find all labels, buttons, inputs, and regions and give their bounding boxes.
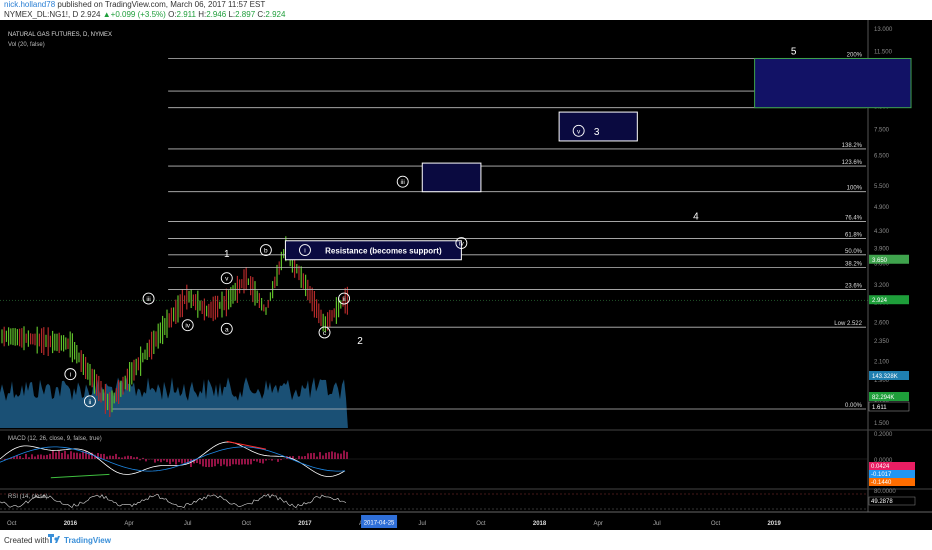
author-link[interactable]: nick.holland78 [4, 0, 55, 9]
x-tick-label: Apr [124, 521, 133, 527]
wave-label: 2 [357, 336, 363, 347]
fib-level-label: 38.2% [845, 261, 863, 267]
x-tick-label: Oct [476, 521, 486, 527]
fib-level-label: Low 2.522 [834, 321, 862, 327]
wave-label: 1 [224, 249, 230, 260]
x-tick-label: Apr [594, 521, 603, 527]
wave-label: 3 [594, 127, 600, 138]
publication-info: published on TradingView.com, March 06, … [57, 0, 266, 9]
wave-label: ii [88, 399, 91, 406]
change-up-icon: ▲ [102, 10, 111, 19]
y-tick-label: 5.500 [874, 184, 890, 190]
x-tick-label: 2017 [298, 521, 312, 527]
x-tick-label: Oct [242, 521, 252, 527]
macd-value-label: -0.1017 [871, 472, 892, 478]
fib-level-label: 138.2% [842, 143, 863, 149]
fib-level-label: 50.0% [845, 249, 863, 255]
x-tick-label: Jul [653, 521, 661, 527]
wave-label: iii [146, 296, 150, 303]
rsi-tick-label: 80.0000 [874, 489, 896, 495]
y-tick-label: 4.900 [874, 205, 890, 211]
footer-bar: Created with TradingView [0, 530, 932, 550]
macd-label: MACD (12, 26, close, 9, false, true) [8, 436, 102, 442]
low-value: 2.897 [235, 10, 256, 19]
target-zone [754, 57, 912, 109]
publication-header: nick.holland78 published on TradingView.… [0, 0, 932, 20]
last-price: 2.924 [80, 10, 101, 19]
wave-label: b [264, 248, 268, 255]
symbol-label: NYMEX_DL:NG1!, D [4, 10, 79, 19]
macd-value-label: -0.1440 [871, 480, 892, 486]
high-label: H: [198, 10, 207, 19]
zone-label: Resistance (becomes support) [325, 246, 442, 255]
fib-level-label: 23.6% [845, 284, 863, 290]
x-tick-label: Jul [418, 521, 426, 527]
fib-level-label: 0.00% [845, 403, 863, 409]
publication-line: nick.holland78 published on TradingView.… [4, 0, 265, 10]
chart-snapshot: nick.holland78 published on TradingView.… [0, 0, 932, 550]
wave-label: i [70, 372, 71, 379]
high-value: 2.946 [206, 10, 227, 19]
price-badge-label: 143.328K [872, 374, 898, 380]
wave-label: 5 [791, 46, 797, 57]
y-tick-label: 4.300 [874, 229, 890, 235]
wave-label: iv [459, 241, 464, 248]
macd-tick-label: 0.2000 [874, 432, 893, 438]
created-with-label: Created with [4, 536, 49, 545]
volume-indicator-label: Vol (20, false) [8, 42, 45, 48]
y-tick-label: 3.200 [874, 283, 890, 289]
macd-value-label: 0.0424 [871, 464, 890, 470]
wave-label: i [304, 248, 305, 255]
y-tick-label: 1.500 [874, 421, 890, 427]
y-tick-label: 7.500 [874, 127, 890, 133]
y-tick-label: 13.000 [874, 27, 893, 33]
y-tick-label: 2.600 [874, 321, 890, 327]
y-tick-label: 2.350 [874, 339, 890, 345]
close-value: 2.924 [265, 10, 286, 19]
rsi-value-label: 49.2878 [871, 499, 893, 505]
y-tick-label: 6.500 [874, 153, 890, 159]
wave-label: iv [185, 323, 190, 330]
wave-label: ii [343, 296, 346, 303]
open-value: 2.911 [176, 10, 196, 19]
tradingview-brand[interactable]: TradingView [64, 536, 111, 545]
rsi-label: RSI (14, close) [8, 494, 48, 500]
x-tick-label: Oct [711, 521, 721, 527]
price-change: +0.099 (+3.5%) [110, 10, 166, 19]
x-tick-label: Jul [184, 521, 192, 527]
price-badge-label: 3.650 [872, 258, 888, 264]
cursor-date-label: 2017-04-25 [364, 521, 395, 527]
open-label: O: [168, 10, 177, 19]
target-zone [421, 162, 482, 193]
wave-label: a [225, 326, 229, 333]
tradingview-logo-icon [48, 534, 60, 543]
x-tick-label: 2018 [533, 521, 547, 527]
chart-title: NATURAL GAS FUTURES, D, NYMEX [8, 32, 112, 38]
price-badge-label: 1.611 [872, 405, 887, 411]
wave-label: iii [401, 179, 405, 186]
fib-level-label: 76.4% [845, 216, 863, 222]
x-tick-label: 2016 [64, 521, 78, 527]
y-tick-label: 2.100 [874, 360, 890, 366]
x-tick-label: 2019 [767, 521, 781, 527]
fib-level-label: 100% [847, 186, 863, 192]
y-tick-label: 3.900 [874, 247, 890, 253]
symbol-ohlc-line: NYMEX_DL:NG1!, D 2.924 ▲+0.099 (+3.5%) O… [4, 10, 285, 20]
fib-level-label: 200% [847, 52, 863, 58]
y-tick-label: 11.500 [874, 49, 893, 55]
wave-label: 4 [693, 212, 699, 223]
chart-area[interactable]: 13.00011.50010.5009.5008.5007.5006.5005.… [0, 20, 932, 530]
x-tick-label: Oct [7, 521, 17, 527]
fib-level-label: 123.6% [842, 160, 863, 166]
price-badge-label: 82.294K [872, 395, 894, 401]
price-badge-label: 2.924 [872, 298, 888, 304]
fib-level-label: 61.8% [845, 233, 863, 239]
chart-svg[interactable]: 13.00011.50010.5009.5008.5007.5006.5005.… [0, 20, 932, 530]
